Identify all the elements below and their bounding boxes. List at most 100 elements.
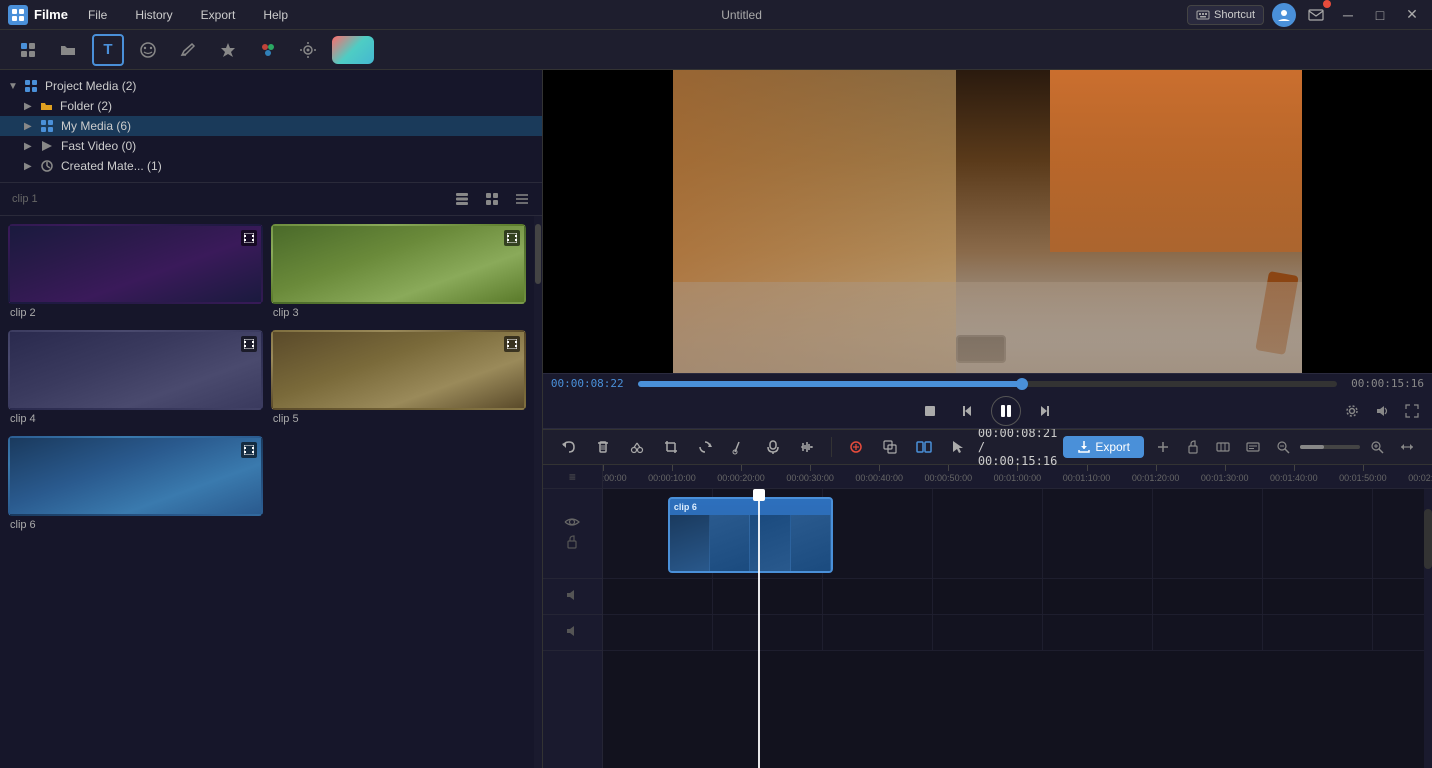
skip-forward-icon — [1037, 404, 1051, 418]
maximize-button[interactable]: □ — [1368, 3, 1392, 27]
pen-btn[interactable] — [172, 34, 204, 66]
pause-icon — [998, 403, 1014, 419]
overlay-btn[interactable] — [876, 433, 904, 461]
fast-video-icon — [40, 139, 54, 153]
timeline-scrollbar[interactable] — [1424, 489, 1432, 768]
stop-button[interactable] — [915, 396, 945, 426]
total-time: 00:00:15:16 — [1351, 377, 1424, 390]
fullscreen-btn[interactable] — [1400, 399, 1424, 423]
export-label: Export — [1095, 440, 1130, 454]
tree-my-media[interactable]: ▶ My Media (6) — [0, 116, 542, 136]
voice-btn[interactable] — [759, 433, 787, 461]
film-icon — [507, 233, 517, 243]
chevron-right-icon3: ▶ — [24, 141, 36, 152]
rotate-btn[interactable] — [691, 433, 719, 461]
lock-icon — [1186, 440, 1200, 454]
layers-btn[interactable] — [450, 187, 474, 211]
ruler-tick-10: 00:01:40:00 — [1294, 465, 1342, 483]
shortcut-label: Shortcut — [1214, 9, 1255, 21]
hamburger-icon[interactable]: ≡ — [569, 470, 576, 484]
fit-btn[interactable] — [1394, 434, 1420, 460]
tree-project-media[interactable]: ▼ Project Media (2) — [0, 76, 542, 96]
preview-letterbox-left — [543, 70, 673, 373]
media-item-clip2[interactable]: clip 2 — [8, 224, 263, 322]
current-time: 00:00:08:22 — [551, 377, 624, 390]
audio-sync-btn[interactable] — [1210, 434, 1236, 460]
effects-btn[interactable] — [212, 34, 244, 66]
menu-history[interactable]: History — [127, 6, 180, 24]
audio2-icon[interactable] — [565, 624, 579, 641]
lock-btn[interactable] — [1180, 434, 1206, 460]
user-avatar[interactable] — [1272, 3, 1296, 27]
media-item-clip6[interactable]: clip 6 — [8, 436, 263, 534]
import-btn[interactable] — [12, 34, 44, 66]
caption-icon — [1246, 440, 1260, 454]
settings-btn[interactable] — [1340, 399, 1364, 423]
draw-btn[interactable] — [725, 433, 753, 461]
stop-icon — [923, 404, 937, 418]
clip6-timeline[interactable]: clip 6 — [668, 497, 833, 573]
grid-view-btn[interactable] — [480, 187, 504, 211]
media-item-clip4[interactable]: clip 4 — [8, 330, 263, 428]
open-project-btn[interactable] — [52, 34, 84, 66]
zoom-slider[interactable] — [1300, 445, 1360, 449]
sticker-btn[interactable] — [132, 34, 164, 66]
media-item-clip3[interactable]: clip 3 — [271, 224, 526, 322]
menu-export[interactable]: Export — [193, 6, 244, 24]
menu-help[interactable]: Help — [255, 6, 296, 24]
clip-scroll-label: clip 1 — [8, 193, 444, 205]
time-display: 00:00:08:21 / 00:00:15:16 — [978, 426, 1057, 468]
list-view-btn[interactable] — [510, 187, 534, 211]
video-indicator — [504, 230, 520, 246]
ruler-tick-11: 00:01:50:00 — [1363, 465, 1411, 483]
prev-frame-button[interactable] — [953, 396, 983, 426]
user-icon — [1277, 8, 1291, 22]
undo-btn[interactable] — [555, 433, 583, 461]
caption-btn[interactable] — [1240, 434, 1266, 460]
menu-file[interactable]: File — [80, 6, 115, 24]
folder-icon — [59, 41, 77, 59]
volume-btn[interactable] — [1370, 399, 1394, 423]
cursor-btn[interactable] — [944, 433, 972, 461]
gradient-btn[interactable] — [332, 36, 374, 64]
folder-icon — [40, 101, 53, 112]
zoom-plus-btn[interactable] — [1364, 434, 1390, 460]
title-btn[interactable]: T — [92, 34, 124, 66]
ruler-tick-0: 00:00:00:00 — [603, 465, 651, 483]
audio-btn[interactable] — [292, 34, 324, 66]
color-btn[interactable] — [252, 34, 284, 66]
media-scrollbar[interactable] — [534, 216, 542, 768]
tree-folder[interactable]: ▶ Folder (2) — [0, 96, 542, 116]
progress-handle[interactable] — [1016, 378, 1028, 390]
audio-icon — [299, 41, 317, 59]
lock-track-icon[interactable] — [565, 535, 579, 552]
crop-btn[interactable] — [657, 433, 685, 461]
mic-icon — [765, 439, 781, 455]
audio-track-btn[interactable] — [793, 433, 821, 461]
cut-btn[interactable] — [623, 433, 651, 461]
mail-button[interactable] — [1304, 3, 1328, 27]
next-frame-button[interactable] — [1029, 396, 1059, 426]
tracks-area: clip 6 — [603, 489, 1424, 768]
tree-fast-video[interactable]: ▶ Fast Video (0) — [0, 136, 542, 156]
zoom-in-btn[interactable] — [1150, 434, 1176, 460]
shortcut-button[interactable]: Shortcut — [1187, 5, 1264, 25]
minimize-button[interactable]: ─ — [1336, 3, 1360, 27]
smart-cutout-btn[interactable] — [842, 433, 870, 461]
audio-icon[interactable] — [565, 588, 579, 605]
titlebar-left: Filme File History Export Help — [8, 5, 296, 25]
split-screen-btn[interactable] — [910, 433, 938, 461]
export-button[interactable]: Export — [1063, 436, 1144, 458]
delete-btn[interactable] — [589, 433, 617, 461]
video-frame — [673, 70, 1302, 373]
tree-created-mate[interactable]: ▶ Created Mate... (1) — [0, 156, 542, 176]
zoom-out-btn[interactable] — [1270, 434, 1296, 460]
play-pause-button[interactable] — [991, 396, 1021, 426]
ruler-tick-6: 00:01:00:00 — [1017, 465, 1065, 483]
video-track-row: clip 6 — [603, 489, 1424, 579]
media-item-clip5[interactable]: clip 5 — [271, 330, 526, 428]
volume-icon — [1375, 404, 1389, 418]
progress-bar[interactable] — [638, 381, 1337, 387]
close-button[interactable]: ✕ — [1400, 3, 1424, 27]
eye-icon[interactable] — [564, 515, 580, 531]
